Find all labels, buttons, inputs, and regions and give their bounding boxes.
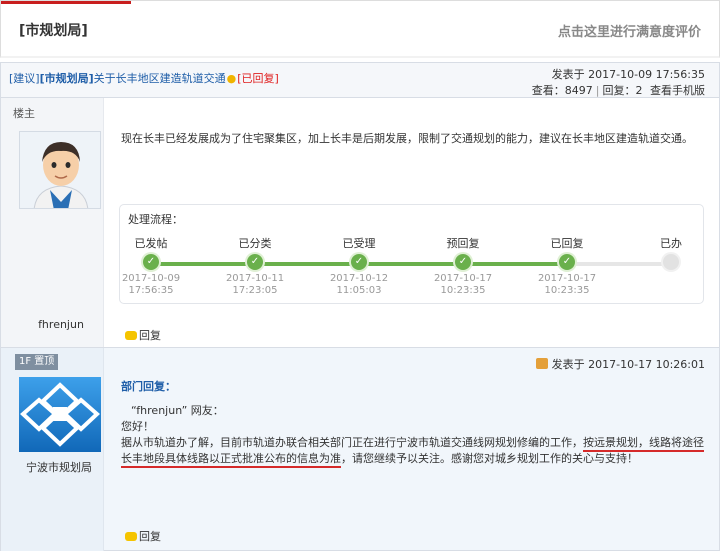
satisfaction-survey-link[interactable]: 点击这里进行满意度评价 <box>558 21 701 40</box>
process-flow-box: 处理流程： 已发帖 ✓ 2017-10-09 17:56:35 已分类 ✓ 20… <box>119 204 704 304</box>
check-icon: ✓ <box>247 254 263 270</box>
op-sidebar: 楼主 fhrenjun <box>1 98 104 347</box>
bureau-title: [市规划局] <box>19 23 88 39</box>
posted-time: 2017-10-09 17:56:35 <box>588 68 705 81</box>
check-icon: ✓ <box>559 254 575 270</box>
highlight-underline-1: 按远景规划，线路 <box>583 436 671 452</box>
thread-bureau-tag[interactable]: [市规划局] <box>40 72 94 85</box>
op-content: 现在长丰已经发展成为了住宅聚集区，加上长丰是后期发展，限制了交通规划的能力，建议… <box>121 132 693 145</box>
flow-title: 处理流程： <box>128 213 183 226</box>
views-label: 查看： <box>531 84 565 97</box>
thread-title[interactable]: 关于长丰地区建造轨道交通 <box>94 72 226 85</box>
calendar-icon <box>535 358 548 369</box>
reply-post-date: 发表于 2017-10-17 10:26:01 <box>535 356 705 372</box>
flow-step-replied: 已回复 ✓ 2017-10-17 10:23:35 <box>537 237 597 296</box>
op-reply-button[interactable]: 回复 <box>125 327 161 343</box>
flow-step-accepted: 已受理 ✓ 2017-10-12 11:05:03 <box>329 237 389 296</box>
user-avatar[interactable] <box>19 131 101 209</box>
user-avatar-icon <box>20 132 100 208</box>
replies-count: 2 <box>635 84 643 97</box>
reply-sidebar: 1F 置顶 宁波市规划局 <box>1 348 104 551</box>
bureau-avatar[interactable] <box>19 377 101 452</box>
thread-post-date: 发表于 2017-10-09 17:56:35 <box>552 66 705 82</box>
thread-stats: 查看：8497 | 回复：2 查看手机版 <box>531 84 705 97</box>
department-reply-post: 1F 置顶 宁波市规划局 发表于 2017-10-17 10:26:01 部门回… <box>0 347 720 551</box>
flow-step-pre-reply: 预回复 ✓ 2017-10-17 10:23:35 <box>433 237 493 296</box>
lightbulb-icon: ● <box>226 72 237 85</box>
reply-username[interactable]: 宁波市规划局 <box>15 459 103 475</box>
department-reply-title: 部门回复： <box>121 380 176 393</box>
op-username[interactable]: fhrenjun <box>21 318 101 331</box>
bureau-logo-icon <box>19 377 101 452</box>
flow-step-classified: 已分类 ✓ 2017-10-11 17:23:05 <box>225 237 285 296</box>
check-icon: ✓ <box>351 254 367 270</box>
reply-body: “fhrenjun” 网友： 您好！ 据从市轨道办了解，目前市轨道办联合相关部门… <box>121 403 711 468</box>
reply-bubble-icon <box>125 532 137 541</box>
original-post: 楼主 fhrenjun 现在长丰已经发展成为了住宅聚集区，加上长丰是后期发展，限… <box>0 98 720 347</box>
op-role-label: 楼主 <box>13 107 35 120</box>
thread-type-tag[interactable]: [建议] <box>9 72 40 85</box>
mobile-version-link[interactable]: 查看手机版 <box>650 84 705 97</box>
check-icon: ✓ <box>455 254 471 270</box>
thread-title-bar: [建议][市规划局]关于长丰地区建造轨道交通●[已回复] 发表于 2017-10… <box>0 62 720 98</box>
replies-label: 回复： <box>602 84 636 97</box>
top-bar: [市规划局] 点击这里进行满意度评价 <box>0 0 720 58</box>
posted-label: 发表于 <box>551 68 585 81</box>
check-icon: ✓ <box>143 254 159 270</box>
reply-bubble-icon <box>125 331 137 340</box>
views-count: 8497 <box>564 84 593 97</box>
accent-strip <box>1 1 131 4</box>
thread-title-row: [建议][市规划局]关于长丰地区建造轨道交通●[已回复] <box>9 70 279 86</box>
pending-dot-icon <box>663 254 679 270</box>
reply-greeting-to: “fhrenjun” 网友： <box>131 404 224 417</box>
reply-hello: 您好！ <box>121 420 154 433</box>
reply-body-text: 据从市轨道办了解，目前市轨道办联合相关部门正在进行宁波市轨道交通线网规划修编的工… <box>121 435 711 468</box>
flow-step-posted: 已发帖 ✓ 2017-10-09 17:56:35 <box>121 237 181 296</box>
flow-step-done: 已办 <box>619 235 720 270</box>
reply-reply-button[interactable]: 回复 <box>125 528 161 544</box>
thread-status-badge: [已回复] <box>237 72 279 85</box>
floor-pinned-badge: 1F 置顶 <box>15 354 59 370</box>
